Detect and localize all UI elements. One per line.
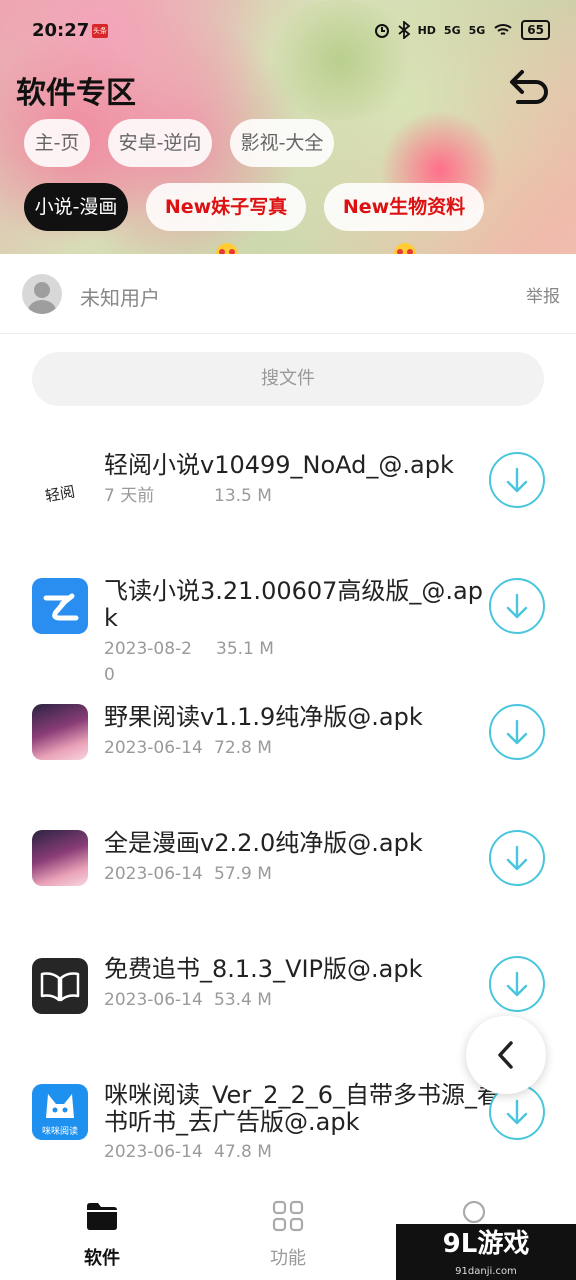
battery-indicator: 65 xyxy=(521,20,550,40)
wifi-icon xyxy=(494,24,512,35)
avatar[interactable] xyxy=(22,274,62,314)
open-book-icon xyxy=(40,972,80,1002)
file-name: 免费追书_8.1.3_VIP版@.apk xyxy=(104,955,423,983)
status-time: 20:27 xyxy=(32,20,90,41)
file-size: 13.5 M xyxy=(214,486,272,506)
file-size: 53.4 M xyxy=(214,990,272,1010)
heart-eyes-icon xyxy=(394,243,416,254)
file-size: 47.8 M xyxy=(214,1142,272,1162)
file-date: 2023-08-20 xyxy=(104,639,192,685)
folder-icon xyxy=(87,1203,117,1230)
network-5g-1: 5G xyxy=(443,23,461,37)
status-bar: 20:27 头条 HD 5G 5G 65 xyxy=(0,0,576,60)
file-size: 35.1 M xyxy=(216,639,274,659)
watermark-logo: 9L游戏 91danji.com xyxy=(396,1224,576,1280)
tab-movies[interactable]: 影视-大全 xyxy=(230,119,334,167)
header-banner: 20:27 头条 HD 5G 5G 65 软件专区 主-页 安卓-逆向 影视-大… xyxy=(0,0,576,254)
file-date: 2023-06-14 xyxy=(104,1142,203,1162)
nav-software-label: 软件 xyxy=(84,1248,120,1269)
search-input[interactable]: 搜文件 xyxy=(32,352,544,406)
download-arrow-icon xyxy=(506,719,528,745)
file-meta: 2023-06-14 47.8 M xyxy=(104,1140,272,1164)
file-name: 野果阅读v1.1.9纯净版@.apk xyxy=(104,703,423,731)
list-item[interactable]: 全是漫画v2.2.0纯净版@.apk 2023-06-14 57.9 M xyxy=(0,818,576,944)
file-date: 2023-06-14 xyxy=(104,990,203,1010)
zhuishu-app-icon xyxy=(32,958,88,1014)
list-item[interactable]: 轻阅 轻阅小说v10499_NoAd_@.apk 7 天前 13.5 M xyxy=(0,440,576,566)
report-link[interactable]: 举报 xyxy=(526,282,560,307)
mimi-icon-text: 咪咪阅读 xyxy=(41,1127,78,1137)
nav-functions-label: 功能 xyxy=(270,1248,306,1269)
feidu-logo-icon xyxy=(43,593,79,621)
tab-biology[interactable]: New生物资料 xyxy=(324,183,484,254)
page-title: 软件专区 xyxy=(16,76,136,111)
download-arrow-icon xyxy=(506,467,528,493)
undo-arrow-icon xyxy=(510,70,548,104)
back-button[interactable] xyxy=(506,64,552,110)
download-button[interactable] xyxy=(489,830,545,886)
watermark-logo-text: 9L游戏 xyxy=(442,1229,530,1259)
status-icons: HD 5G 5G 65 xyxy=(374,20,550,40)
tab-home[interactable]: 主-页 xyxy=(24,119,90,167)
download-arrow-icon xyxy=(506,971,528,997)
file-date: 2023-06-14 xyxy=(104,738,203,758)
grid-icon xyxy=(272,1200,304,1232)
user-name: 未知用户 xyxy=(80,286,160,310)
network-5g-2: 5G xyxy=(468,23,486,37)
download-arrow-icon xyxy=(506,845,528,871)
watermark-domain: 91danji.com xyxy=(455,1266,517,1277)
tab-novel-comic[interactable]: 小说-漫画 xyxy=(24,183,128,231)
file-meta: 2023-06-14 72.8 M xyxy=(104,736,272,760)
heart-eyes-icon xyxy=(216,243,238,254)
yeguo-app-icon xyxy=(32,704,88,760)
file-size: 57.9 M xyxy=(214,864,272,884)
file-name: 全是漫画v2.2.0纯净版@.apk xyxy=(104,829,423,857)
list-item[interactable]: 飞读小说3.21.00607高级版_@.apk 2023-08-20 35.1 M xyxy=(0,566,576,692)
manhua-app-icon xyxy=(32,830,88,886)
chevron-left-icon xyxy=(498,1041,513,1069)
file-name: 轻阅小说v10499_NoAd_@.apk xyxy=(104,451,454,479)
cat-face-icon xyxy=(46,1094,74,1118)
collapse-float-button[interactable] xyxy=(466,1016,546,1094)
file-size: 72.8 M xyxy=(214,738,272,758)
nav-software[interactable]: 软件 xyxy=(54,1198,150,1270)
list-item[interactable]: 野果阅读v1.1.9纯净版@.apk 2023-06-14 72.8 M xyxy=(0,692,576,818)
qingyue-icon-text: 轻阅 xyxy=(43,482,77,506)
download-button[interactable] xyxy=(489,452,545,508)
file-date: 7 天前 xyxy=(104,486,155,506)
file-meta: 7 天前 13.5 M xyxy=(104,484,272,508)
file-name: 咪咪阅读_Ver_2_2_6_自带多书源_看书听书_去广告版@.apk xyxy=(104,1081,501,1136)
download-arrow-icon xyxy=(506,593,528,619)
file-name: 飞读小说3.21.00607高级版_@.apk xyxy=(104,577,483,632)
file-date: 2023-06-14 xyxy=(104,864,203,884)
hd-indicator: HD xyxy=(417,23,436,37)
tab-girl-photos[interactable]: New妹子写真 xyxy=(146,183,306,254)
file-meta: 2023-06-14 53.4 M xyxy=(104,988,272,1012)
file-meta: 2023-06-14 57.9 M xyxy=(104,862,272,886)
tab-biology-label: New生物资料 xyxy=(342,196,466,218)
download-button[interactable] xyxy=(489,956,545,1012)
download-button[interactable] xyxy=(489,578,545,634)
mimi-app-icon: 咪咪阅读 xyxy=(32,1084,88,1140)
qingyue-app-icon: 轻阅 xyxy=(32,466,88,522)
user-row: 未知用户 举报 xyxy=(0,254,576,334)
download-button[interactable] xyxy=(489,704,545,760)
tab-girl-photos-label: New妹子写真 xyxy=(164,196,288,218)
file-meta: 2023-08-20 35.1 M xyxy=(104,636,274,688)
feidu-app-icon xyxy=(32,578,88,634)
alarm-icon xyxy=(374,24,389,38)
tab-android-reverse[interactable]: 安卓-逆向 xyxy=(108,119,212,167)
nav-functions[interactable]: 功能 xyxy=(240,1198,336,1270)
bluetooth-icon xyxy=(398,21,410,39)
notification-badge: 头条 xyxy=(92,24,108,38)
